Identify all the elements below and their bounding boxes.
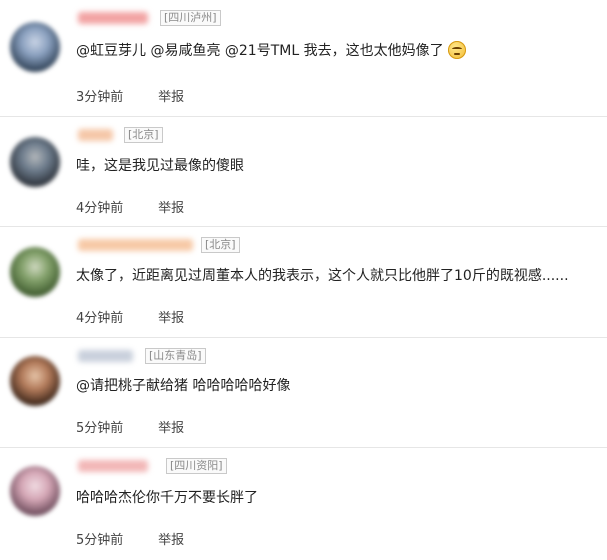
location-badge: [四川泸州] bbox=[160, 10, 221, 26]
comment-item: [北京] 哇，这是我见过最像的傻眼 4分钟前 举报 bbox=[0, 117, 607, 227]
avatar[interactable] bbox=[10, 22, 60, 72]
username-blurred[interactable] bbox=[78, 129, 113, 141]
comment-text: 哇，这是我见过最像的傻眼 bbox=[76, 155, 244, 175]
comment-text-content: @请把桃子献给猪 哈哈哈哈哈好像 bbox=[76, 378, 291, 394]
timestamp: 4分钟前 bbox=[76, 201, 124, 216]
timestamp: 5分钟前 bbox=[76, 421, 124, 436]
frown-face-icon bbox=[447, 41, 466, 59]
username-blurred[interactable] bbox=[78, 12, 148, 24]
username-blurred[interactable] bbox=[78, 239, 193, 251]
location-badge: [四川资阳] bbox=[166, 458, 227, 474]
comment-item: [北京] 太像了，近距离见过周董本人的我表示，这个人就只比他胖了10斤的既视感.… bbox=[0, 227, 607, 338]
avatar[interactable] bbox=[10, 466, 60, 516]
report-link[interactable]: 举报 bbox=[158, 307, 184, 326]
comment-text: @请把桃子献给猪 哈哈哈哈哈好像 bbox=[76, 375, 290, 395]
comment-text: 哈哈哈杰伦你千万不要长胖了 bbox=[76, 487, 258, 507]
comment-text-content: 太像了，近距离见过周董本人的我表示，这个人就只比他胖了10斤的既视感...... bbox=[76, 268, 569, 284]
comment-meta: 3分钟前 举报 bbox=[76, 86, 184, 105]
comment-list: [四川泸州] @虹豆芽儿 @易咸鱼亮 @21号TML 我去，这也太他妈像了 3分… bbox=[0, 0, 607, 560]
comment-meta: 5分钟前 举报 bbox=[76, 529, 184, 548]
comment-meta: 4分钟前 举报 bbox=[76, 197, 184, 216]
avatar[interactable] bbox=[10, 247, 60, 297]
comment-item: [山东青岛] @请把桃子献给猪 哈哈哈哈哈好像 5分钟前 举报 bbox=[0, 338, 607, 448]
username-blurred[interactable] bbox=[78, 460, 148, 472]
comment-meta: 5分钟前 举报 bbox=[76, 417, 184, 436]
location-badge: [北京] bbox=[201, 237, 240, 253]
location-badge: [山东青岛] bbox=[145, 348, 206, 364]
location-badge: [北京] bbox=[124, 127, 163, 143]
comment-text-content: 哈哈哈杰伦你千万不要长胖了 bbox=[76, 490, 258, 506]
avatar[interactable] bbox=[10, 137, 60, 187]
comment-text: @虹豆芽儿 @易咸鱼亮 @21号TML 我去，这也太他妈像了 bbox=[76, 40, 466, 60]
report-link[interactable]: 举报 bbox=[158, 417, 184, 436]
comment-item: [四川泸州] @虹豆芽儿 @易咸鱼亮 @21号TML 我去，这也太他妈像了 3分… bbox=[0, 0, 607, 117]
avatar[interactable] bbox=[10, 356, 60, 406]
report-link[interactable]: 举报 bbox=[158, 86, 184, 105]
comment-item: [四川资阳] 哈哈哈杰伦你千万不要长胖了 5分钟前 举报 bbox=[0, 448, 607, 560]
report-link[interactable]: 举报 bbox=[158, 197, 184, 216]
report-link[interactable]: 举报 bbox=[158, 529, 184, 548]
timestamp: 4分钟前 bbox=[76, 311, 124, 326]
comment-text-content: 哇，这是我见过最像的傻眼 bbox=[76, 158, 244, 174]
username-blurred[interactable] bbox=[78, 350, 133, 362]
comment-meta: 4分钟前 举报 bbox=[76, 307, 184, 326]
comment-text: 太像了，近距离见过周董本人的我表示，这个人就只比他胖了10斤的既视感...... bbox=[76, 265, 569, 285]
timestamp: 3分钟前 bbox=[76, 90, 124, 105]
comment-text-content: @虹豆芽儿 @易咸鱼亮 @21号TML 我去，这也太他妈像了 bbox=[76, 43, 444, 59]
timestamp: 5分钟前 bbox=[76, 533, 124, 548]
